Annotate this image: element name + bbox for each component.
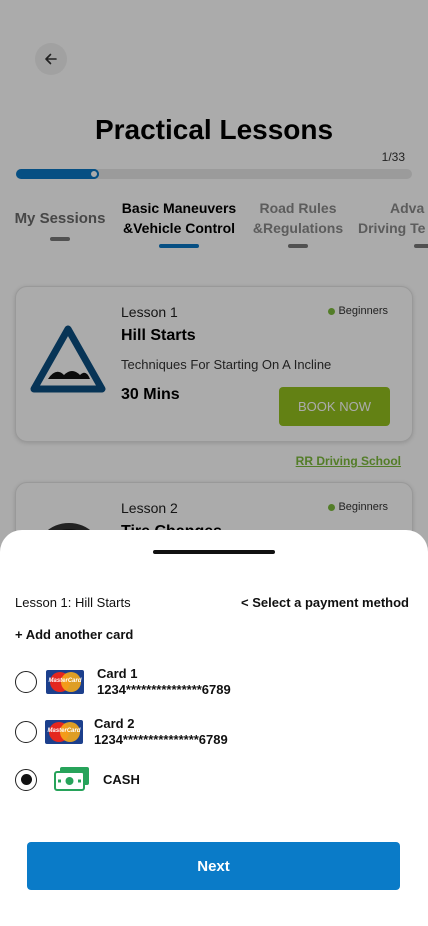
mastercard-icon: MasterCard <box>46 670 84 694</box>
radio-button-selected[interactable] <box>15 768 37 791</box>
card-name: Card 2 <box>94 716 135 731</box>
card-number: 1234***************6789 <box>94 732 228 747</box>
selected-lesson-label: Lesson 1: Hill Starts <box>15 595 131 610</box>
payment-option-cash[interactable]: CASH <box>15 766 140 793</box>
radio-button[interactable] <box>15 721 37 743</box>
next-button[interactable]: Next <box>27 842 400 890</box>
cash-icon <box>54 767 89 791</box>
select-payment-method[interactable]: < Select a payment method <box>241 595 409 610</box>
card-info: Card 1 1234***************6789 <box>97 666 231 698</box>
payment-option-card-1[interactable]: MasterCard Card 1 1234***************678… <box>15 666 231 698</box>
payment-option-card-2[interactable]: MasterCard Card 2 1234***************678… <box>15 716 228 748</box>
cash-label: CASH <box>103 772 140 787</box>
card-name: Card 1 <box>97 666 138 681</box>
add-card-button[interactable]: + Add another card <box>15 627 133 642</box>
mastercard-icon: MasterCard <box>45 720 83 744</box>
payment-bottom-sheet: Lesson 1: Hill Starts < Select a payment… <box>0 530 428 926</box>
sheet-handle[interactable] <box>153 550 275 554</box>
card-number: 1234***************6789 <box>97 682 231 697</box>
radio-button[interactable] <box>15 671 37 693</box>
card-info: Card 2 1234***************6789 <box>94 716 228 748</box>
